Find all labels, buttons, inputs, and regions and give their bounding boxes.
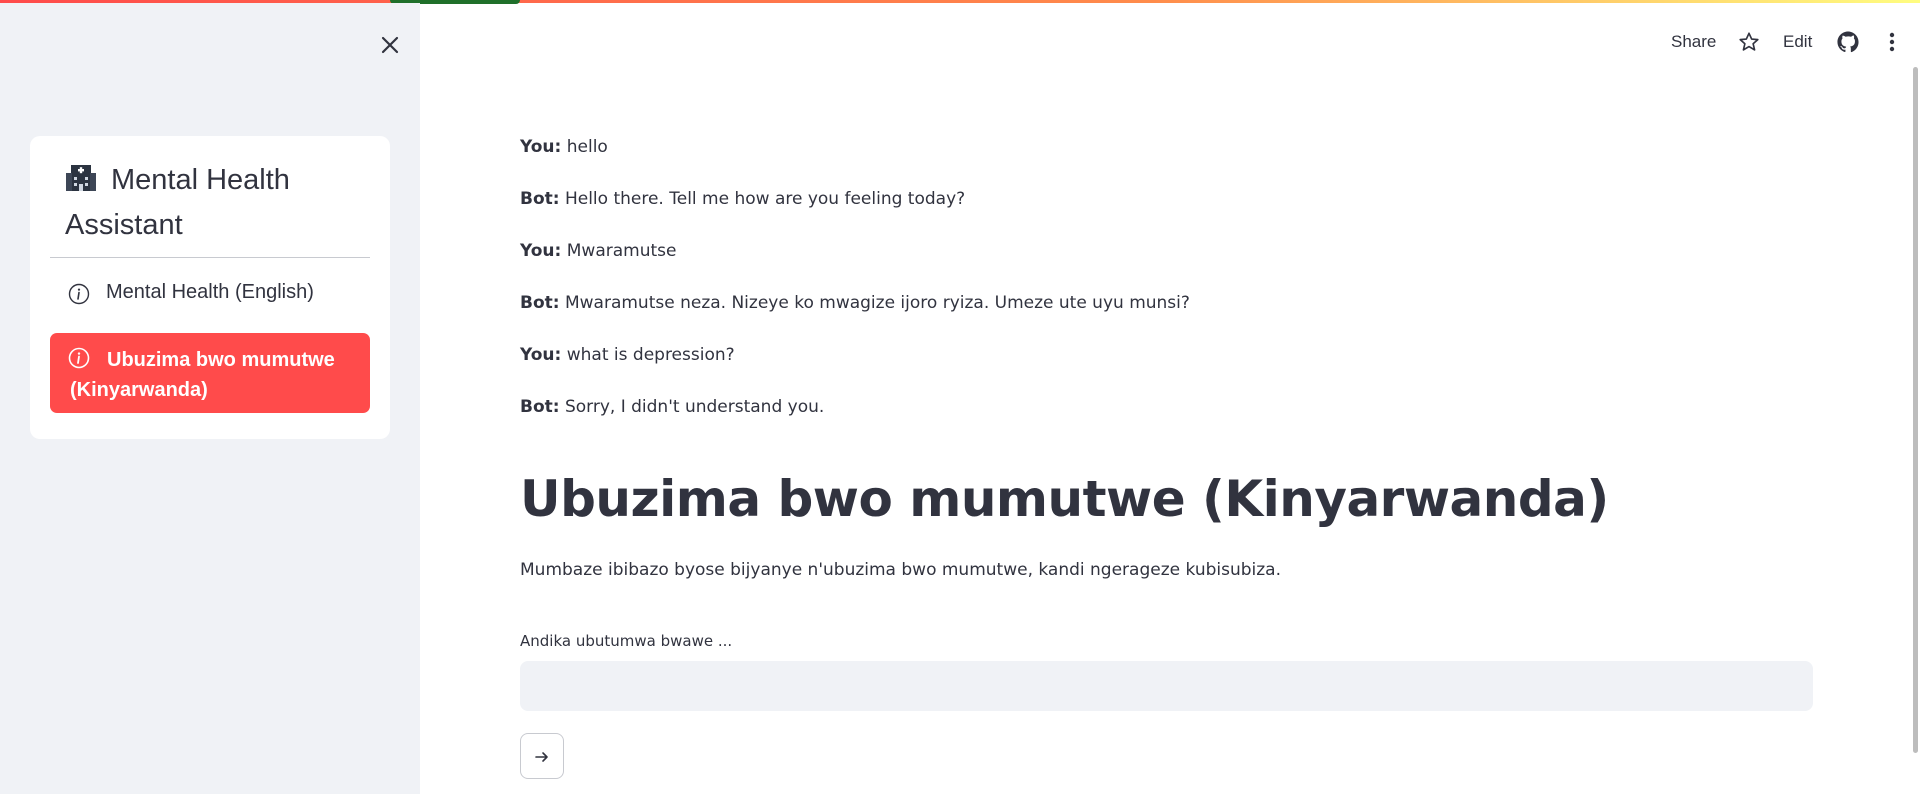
divider [50, 257, 370, 258]
message-speaker: You: [520, 241, 562, 261]
chat-message: Bot: Mwaramutse neza. Nizeye ko mwagize … [520, 293, 1190, 313]
sidebar-item-label: Ubuzima bwo mumutwe (Kinyarwanda) [70, 349, 335, 401]
message-speaker: Bot: [520, 397, 560, 417]
sidebar-title: Mental Health Assistant [65, 158, 365, 248]
chat-message: You: Mwaramutse [520, 241, 676, 261]
sidebar-item-english[interactable]: Mental Health (English) [50, 273, 370, 313]
send-button[interactable] [520, 733, 564, 779]
sidebar-title-text: Mental Health Assistant [65, 164, 290, 241]
navigation-card: Mental Health Assistant Mental Health (E… [30, 136, 390, 439]
message-speaker: Bot: [520, 293, 560, 313]
close-icon [381, 36, 399, 54]
close-sidebar-button[interactable] [378, 33, 402, 57]
message-text: what is depression? [566, 345, 735, 365]
edit-button[interactable]: Edit [1783, 32, 1812, 52]
message-speaker: You: [520, 137, 562, 157]
chat-message: You: hello [520, 137, 608, 157]
message-speaker: Bot: [520, 189, 560, 209]
star-icon[interactable] [1738, 31, 1760, 53]
sidebar: Mental Health Assistant Mental Health (E… [0, 3, 420, 794]
message-text: hello [566, 137, 608, 157]
message-text: Mwaramutse [566, 241, 677, 261]
info-icon [68, 283, 90, 305]
page-title: Ubuzima bwo mumutwe (Kinyarwanda) [520, 470, 1609, 528]
share-button[interactable]: Share [1671, 32, 1716, 52]
more-vertical-icon[interactable] [1884, 30, 1900, 54]
sidebar-item-kinyarwanda[interactable]: Ubuzima bwo mumutwe (Kinyarwanda) [50, 333, 370, 413]
message-text: Hello there. Tell me how are you feeling… [564, 189, 966, 209]
message-input[interactable] [520, 661, 1813, 711]
hospital-icon [66, 165, 96, 191]
message-text: Mwaramutse neza. Nizeye ko mwagize ijoro… [564, 293, 1190, 313]
chat-message: Bot: Sorry, I didn't understand you. [520, 397, 824, 417]
arrow-right-icon [535, 752, 548, 762]
message-text: Sorry, I didn't understand you. [564, 397, 825, 417]
page-description: Mumbaze ibibazo byose bijyanye n'ubuzima… [520, 560, 1281, 580]
message-speaker: You: [520, 345, 562, 365]
scrollbar[interactable] [1913, 67, 1918, 753]
input-label: Andika ubutumwa bwawe ... [520, 632, 733, 650]
chat-message: Bot: Hello there. Tell me how are you fe… [520, 189, 965, 209]
github-icon[interactable] [1837, 31, 1859, 53]
sidebar-item-label: Mental Health (English) [106, 281, 314, 303]
chat-message: You: what is depression? [520, 345, 735, 365]
